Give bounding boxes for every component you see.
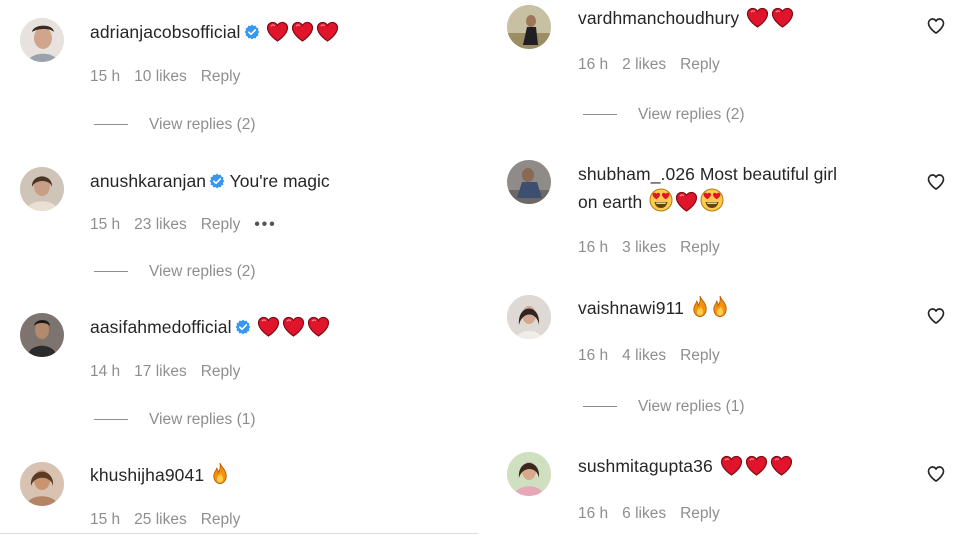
comment-likes[interactable]: 10 likes: [134, 68, 187, 85]
red-heart-emoji-icon: [771, 7, 794, 28]
comment-time: 15 h: [90, 511, 121, 528]
fire-emoji-icon: [711, 295, 729, 318]
heart-outline-icon[interactable]: [926, 464, 946, 484]
view-replies-label: View replies (1): [638, 398, 745, 415]
verified-badge-icon: [209, 173, 225, 189]
comment-time: 16 h: [578, 347, 609, 364]
comment-time: 16 h: [578, 505, 609, 522]
comment-likes[interactable]: 2 likes: [622, 56, 666, 73]
avatar[interactable]: [20, 313, 64, 357]
comments-panel-right: vardhmanchoudhury 16 h 2 likes Reply View …: [490, 0, 960, 540]
comment-username[interactable]: sushmitagupta36: [578, 456, 713, 476]
comment-text: You're magic: [229, 171, 330, 191]
red-heart-emoji-icon: [307, 316, 330, 337]
heart-outline-icon[interactable]: [926, 16, 946, 36]
divider: [94, 271, 128, 273]
comment-username[interactable]: vaishnawi911: [578, 298, 684, 318]
avatar[interactable]: [507, 295, 551, 339]
avatar[interactable]: [20, 18, 64, 62]
avatar[interactable]: [507, 160, 551, 204]
fire-emoji-icon: [691, 295, 709, 318]
comment-username[interactable]: shubham_.026: [578, 164, 695, 184]
view-replies-label: View replies (1): [149, 411, 256, 428]
heart-outline-icon[interactable]: [926, 172, 946, 192]
red-heart-emoji-icon: [291, 21, 314, 42]
divider: [94, 419, 128, 421]
reply-button[interactable]: Reply: [201, 511, 241, 528]
more-options-button[interactable]: •••: [254, 216, 276, 233]
view-replies-label: View replies (2): [149, 116, 256, 133]
red-heart-emoji-icon: [282, 316, 305, 337]
comment-time: 16 h: [578, 239, 609, 256]
fire-emoji-icon: [211, 462, 229, 485]
view-replies-button[interactable]: View replies (2): [94, 115, 256, 135]
comment-time: 15 h: [90, 216, 121, 233]
view-replies-label: View replies (2): [638, 106, 745, 123]
reply-button[interactable]: Reply: [680, 347, 720, 364]
heart-eyes-emoji-icon: [649, 188, 673, 212]
comment-username[interactable]: vardhmanchoudhury: [578, 8, 739, 28]
red-heart-emoji-icon: [770, 455, 793, 476]
comment-username[interactable]: anushkaranjan: [90, 171, 206, 191]
view-replies-button[interactable]: View replies (2): [94, 262, 256, 282]
avatar[interactable]: [507, 5, 551, 49]
red-heart-emoji-icon: [266, 21, 289, 42]
divider: [0, 533, 478, 534]
divider: [583, 406, 617, 408]
comment-text: on earth: [578, 192, 643, 212]
red-heart-emoji-icon: [675, 191, 698, 212]
comment-likes[interactable]: 25 likes: [134, 511, 187, 528]
comment-time: 14 h: [90, 363, 121, 380]
reply-button[interactable]: Reply: [680, 505, 720, 522]
view-replies-button[interactable]: View replies (2): [583, 105, 745, 125]
comment-username[interactable]: khushijha9041: [90, 465, 204, 485]
comment-likes[interactable]: 23 likes: [134, 216, 187, 233]
reply-button[interactable]: Reply: [680, 239, 720, 256]
avatar[interactable]: [20, 462, 64, 506]
heart-eyes-emoji-icon: [700, 188, 724, 212]
verified-badge-icon: [235, 319, 251, 335]
red-heart-emoji-icon: [720, 455, 743, 476]
reply-button[interactable]: Reply: [201, 216, 241, 233]
comments-panel-left: adrianjacobsofficial 15 h 10 likes Reply V…: [0, 0, 478, 540]
red-heart-emoji-icon: [745, 455, 768, 476]
reply-button[interactable]: Reply: [201, 68, 241, 85]
avatar[interactable]: [20, 167, 64, 211]
comment-text: Most beautiful girl: [699, 164, 838, 184]
comment-time: 15 h: [90, 68, 121, 85]
comment-likes[interactable]: 3 likes: [622, 239, 666, 256]
comment-username[interactable]: adrianjacobsofficial: [90, 22, 241, 42]
avatar[interactable]: [507, 452, 551, 496]
reply-button[interactable]: Reply: [201, 363, 241, 380]
comment-likes[interactable]: 17 likes: [134, 363, 187, 380]
red-heart-emoji-icon: [316, 21, 339, 42]
comment-likes[interactable]: 4 likes: [622, 347, 666, 364]
heart-outline-icon[interactable]: [926, 306, 946, 326]
comment-time: 16 h: [578, 56, 609, 73]
red-heart-emoji-icon: [746, 7, 769, 28]
red-heart-emoji-icon: [257, 316, 280, 337]
divider: [94, 124, 128, 126]
verified-badge-icon: [244, 24, 260, 40]
comment-likes[interactable]: 6 likes: [622, 505, 666, 522]
view-replies-button[interactable]: View replies (1): [94, 410, 256, 430]
comment-username[interactable]: aasifahmedofficial: [90, 317, 232, 337]
view-replies-button[interactable]: View replies (1): [583, 397, 745, 417]
reply-button[interactable]: Reply: [680, 56, 720, 73]
view-replies-label: View replies (2): [149, 263, 256, 280]
divider: [583, 114, 617, 116]
